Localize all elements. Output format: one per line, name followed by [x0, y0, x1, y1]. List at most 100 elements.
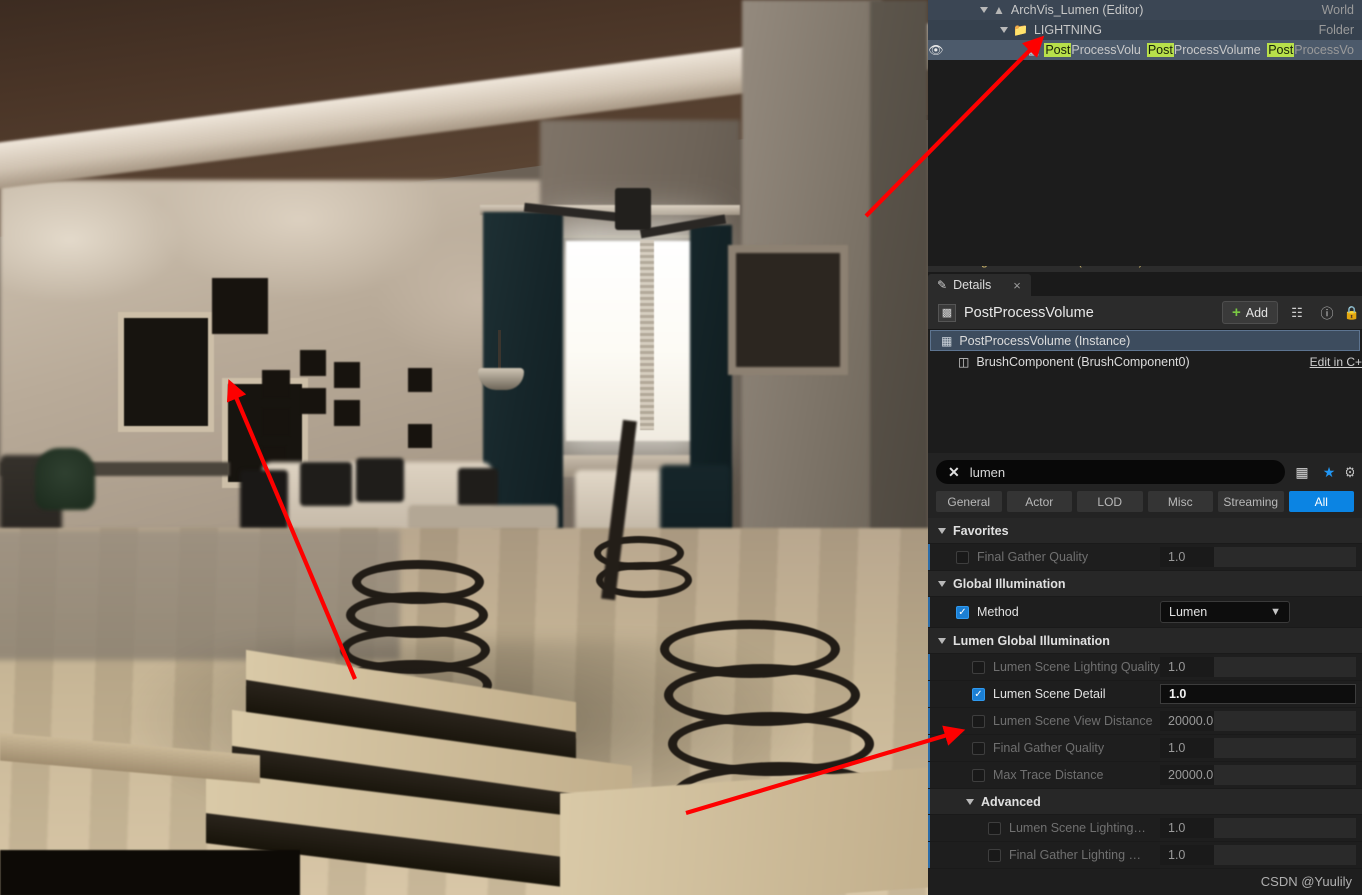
level-viewport[interactable]: [0, 0, 928, 895]
grid-icon[interactable]: ▦: [1292, 464, 1312, 481]
favorites-star-icon[interactable]: ★: [1319, 464, 1339, 481]
outliner-row-folder[interactable]: 📁 LIGHTNING Folder: [928, 20, 1362, 40]
details-header: ▩ PostProcessVolume + Add ☷ ⓘ 🔒: [928, 296, 1362, 330]
property-value: 1.0: [1168, 848, 1186, 862]
property-value-field[interactable]: 1.0: [1160, 818, 1356, 838]
component-row-brushcomponent[interactable]: ◫ BrushComponent (BrushComponent0) Edit …: [928, 351, 1362, 373]
property-row-final-gather-quality-fav[interactable]: Final Gather Quality 1.0: [928, 544, 1362, 571]
section-header-global-illumination[interactable]: Global Illumination: [928, 571, 1362, 597]
close-icon[interactable]: ×: [1013, 278, 1021, 293]
expand-triangle-icon[interactable]: [1000, 27, 1008, 33]
filter-tab-general[interactable]: General: [936, 491, 1002, 512]
clear-search-icon[interactable]: ✕: [948, 464, 960, 481]
sofa-cushion-2: [356, 458, 404, 502]
property-label: Lumen Scene Lighting Upd...: [1009, 821, 1149, 835]
collapse-triangle-icon[interactable]: [938, 580, 946, 587]
property-row-method[interactable]: ✓ Method Lumen ▼: [928, 597, 1362, 628]
details-tabstrip: ✎ Details ×: [928, 272, 1362, 296]
component-row-postprocessvolume[interactable]: ▦ PostProcessVolume (Instance): [930, 330, 1360, 351]
tab-details-label: Details: [953, 278, 992, 292]
component-tree[interactable]: ▦ PostProcessVolume (Instance) ◫ BrushCo…: [928, 330, 1362, 453]
section-header-advanced[interactable]: Advanced: [928, 789, 1362, 815]
filter-tab-streaming[interactable]: Streaming: [1218, 491, 1284, 512]
property-label: Lumen Scene View Distance: [993, 714, 1153, 728]
search-match-highlight-2: Post: [1146, 43, 1174, 57]
category-accent-bar: [928, 842, 930, 868]
framed-picture-right: [728, 245, 848, 375]
property-value-field[interactable]: 1.0: [1160, 684, 1356, 704]
component-label-instance: PostProcessVolume (Instance): [959, 333, 1131, 348]
filter-tab-lod[interactable]: LOD: [1077, 491, 1143, 512]
edit-in-cpp-link[interactable]: Edit in C+: [1310, 355, 1362, 369]
filter-tab-misc[interactable]: Misc: [1147, 491, 1213, 512]
property-value-field[interactable]: 20000.0: [1160, 765, 1356, 785]
collapse-triangle-icon[interactable]: [938, 527, 946, 534]
outliner-type-folder: Folder: [1318, 23, 1354, 37]
lock-icon[interactable]: 🔒: [1346, 302, 1358, 324]
property-checkbox[interactable]: [988, 821, 1001, 835]
section-header-favorites[interactable]: Favorites: [928, 518, 1362, 544]
ceiling-fan-body: [615, 188, 651, 230]
outliner-row-postprocessvolume[interactable]: 👁 ▦ PostProcessVolu PostProcessVolume Po…: [928, 40, 1362, 60]
add-button-label: Add: [1245, 305, 1268, 320]
visibility-eye-icon[interactable]: 👁: [928, 43, 944, 57]
property-row-final-gather-quality[interactable]: Final Gather Quality 1.0: [928, 735, 1362, 762]
expand-triangle-icon[interactable]: [980, 7, 988, 13]
property-value: 20000.0: [1168, 768, 1214, 782]
property-value: 1.0: [1168, 550, 1186, 564]
property-checkbox[interactable]: ✓: [972, 687, 985, 701]
property-row-lumen-scene-lighting-update[interactable]: Lumen Scene Lighting Upd... 1.0: [928, 815, 1362, 842]
property-checkbox[interactable]: [972, 714, 985, 728]
property-checkbox[interactable]: [988, 848, 1001, 862]
potted-plant: [35, 448, 95, 510]
wall-square-9: [408, 424, 432, 448]
property-row-lumen-scene-lighting-quality[interactable]: Lumen Scene Lighting Quality 1.0: [928, 654, 1362, 681]
property-row-lumen-scene-view-distance[interactable]: Lumen Scene View Distance 20000.0: [928, 708, 1362, 735]
property-checkbox[interactable]: ✓: [956, 605, 969, 619]
property-checkbox[interactable]: [956, 550, 969, 564]
property-row-max-trace-distance[interactable]: Max Trace Distance 20000.0: [928, 762, 1362, 789]
property-row-final-gather-lighting-update[interactable]: Final Gather Lighting Updat... 1.0: [928, 842, 1362, 869]
property-value-field[interactable]: 1.0: [1160, 845, 1356, 865]
outliner-label-secondary: PostProcessVolume: [1146, 43, 1261, 57]
outliner-empty-area[interactable]: [928, 60, 1362, 266]
property-checkbox[interactable]: [972, 768, 985, 782]
outliner-label-folder: LIGHTNING: [1033, 23, 1103, 37]
filter-tab-actor[interactable]: Actor: [1006, 491, 1072, 512]
property-checkbox[interactable]: [972, 660, 985, 674]
collapse-triangle-icon[interactable]: [966, 798, 974, 805]
world-icon: ▲: [993, 3, 1005, 17]
settings-icon[interactable]: ⚙: [1346, 464, 1354, 481]
outliner-type-world: World: [1321, 3, 1354, 17]
filter-tab-all[interactable]: All: [1288, 491, 1354, 512]
search-input[interactable]: ✕ lumen: [936, 460, 1285, 484]
help-icon[interactable]: ⓘ: [1316, 302, 1338, 324]
window-blind: [640, 240, 654, 430]
world-outliner[interactable]: ▲ ArchVis_Lumen (Editor) World 📁 LIGHTNI…: [928, 0, 1362, 266]
property-row-lumen-scene-detail[interactable]: ✓ Lumen Scene Detail 1.0: [928, 681, 1362, 708]
property-value: 1.0: [1168, 660, 1186, 674]
tab-details[interactable]: ✎ Details ×: [928, 274, 1031, 296]
section-label-advanced: Advanced: [981, 794, 1041, 809]
property-value-field[interactable]: 1.0: [1160, 657, 1356, 677]
window-glow: [566, 241, 694, 441]
search-match-highlight-3: Post: [1267, 43, 1295, 57]
outliner-row-world[interactable]: ▲ ArchVis_Lumen (Editor) World: [928, 0, 1362, 20]
add-component-button[interactable]: + Add: [1221, 301, 1278, 324]
category-accent-bar: [928, 597, 930, 627]
hierarchy-icon[interactable]: ☷: [1286, 302, 1308, 324]
collapse-triangle-icon[interactable]: [938, 637, 946, 644]
property-value-field[interactable]: 1.0: [1160, 738, 1356, 758]
volume-icon: ▦: [1028, 43, 1040, 57]
property-value-field[interactable]: 20000.0: [1160, 711, 1356, 731]
property-checkbox[interactable]: [972, 741, 985, 755]
method-dropdown[interactable]: Lumen ▼: [1160, 601, 1290, 623]
property-list[interactable]: Favorites Final Gather Quality 1.0 Globa…: [928, 518, 1362, 869]
section-header-lumen-global-illumination[interactable]: Lumen Global Illumination: [928, 628, 1362, 654]
property-value-field[interactable]: 1.0: [1160, 547, 1356, 567]
framed-art-1: [118, 312, 214, 432]
category-accent-bar: [928, 654, 930, 680]
property-label: Lumen Scene Detail: [993, 687, 1106, 701]
category-accent-bar: [928, 735, 930, 761]
pendant-lamp-cord: [498, 330, 501, 370]
